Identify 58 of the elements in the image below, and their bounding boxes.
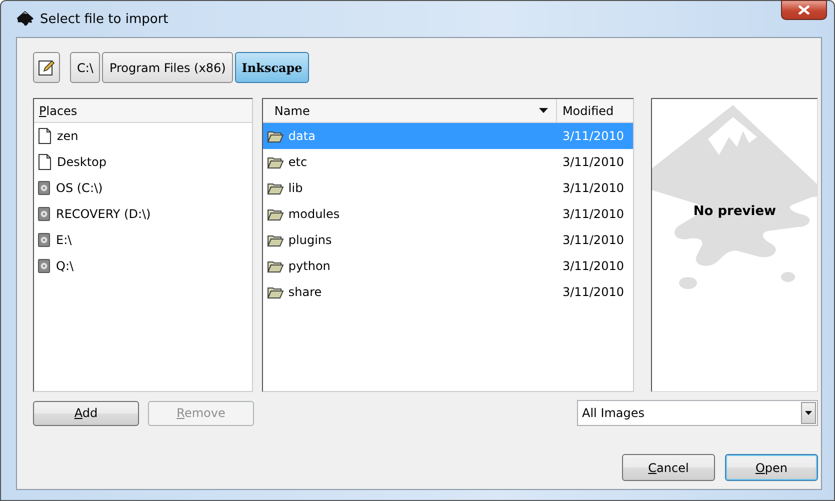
dialog-button[interactable]: Cancel [622, 454, 715, 481]
edit-path-button[interactable] [33, 52, 60, 83]
sort-arrow-icon [539, 108, 548, 113]
modified-date: 3/11/2010 [561, 181, 625, 195]
folder-icon [267, 260, 284, 272]
place-item[interactable]: E:\ [56, 233, 72, 247]
file-name: modules [288, 207, 340, 221]
file-row[interactable]: etc 3/11/2010 [263, 149, 634, 175]
modified-date: 3/11/2010 [561, 129, 625, 143]
place-item[interactable]: zen [57, 129, 78, 143]
file-row[interactable]: modules 3/11/2010 [263, 201, 634, 227]
file-row[interactable]: lib 3/11/2010 [263, 175, 634, 201]
folder-icon [267, 156, 284, 168]
file-name: share [288, 285, 322, 299]
places-header[interactable]: Places [34, 104, 82, 118]
file-row[interactable]: python 3/11/2010 [263, 253, 634, 279]
document-icon [38, 128, 51, 144]
folder-icon [267, 182, 284, 194]
place-button[interactable]: Add [33, 400, 139, 426]
file-name: data [288, 129, 316, 143]
drive-icon [38, 181, 50, 195]
modified-date: 3/11/2010 [561, 233, 625, 247]
place-item[interactable]: Q:\ [56, 259, 74, 273]
name-column-header[interactable]: Name [263, 99, 558, 122]
dialog-button[interactable]: Open [725, 454, 818, 481]
file-name: etc [288, 155, 308, 169]
file-name: python [288, 259, 330, 273]
path-button[interactable]: Inkscape [234, 52, 310, 83]
modified-date: 3/11/2010 [561, 207, 625, 221]
modified-date: 3/11/2010 [561, 285, 625, 299]
file-type-dropdown[interactable]: All Images [577, 400, 818, 426]
folder-icon [267, 208, 284, 220]
folder-icon [267, 234, 284, 246]
path-button[interactable]: C:\ [70, 52, 100, 83]
file-row[interactable]: share 3/11/2010 [263, 279, 634, 305]
drive-icon [38, 233, 50, 247]
drive-icon [38, 207, 50, 221]
folder-icon [267, 286, 284, 298]
close-button[interactable] [781, 0, 827, 20]
caret-icon [805, 411, 812, 415]
ink-blob-icon [16, 11, 34, 27]
place-item[interactable]: OS (C:\) [56, 181, 103, 195]
drive-icon [38, 259, 50, 273]
close-icon [798, 5, 810, 15]
modified-date: 3/11/2010 [561, 155, 625, 169]
place-item[interactable]: RECOVERY (D:\) [56, 207, 151, 221]
no-preview-text: No preview [693, 204, 776, 220]
modified-column-header[interactable]: Modified [557, 104, 634, 118]
pencil-icon [38, 59, 55, 76]
folder-icon [267, 130, 284, 142]
modified-date: 3/11/2010 [561, 259, 625, 273]
path-button[interactable]: Program Files (x86) [102, 52, 233, 83]
file-name: lib [288, 181, 303, 195]
file-row[interactable]: plugins 3/11/2010 [263, 227, 634, 253]
place-item[interactable]: Desktop [57, 155, 106, 169]
document-icon [38, 154, 51, 170]
file-name: plugins [288, 233, 332, 247]
window-title: Select file to import [40, 12, 168, 26]
